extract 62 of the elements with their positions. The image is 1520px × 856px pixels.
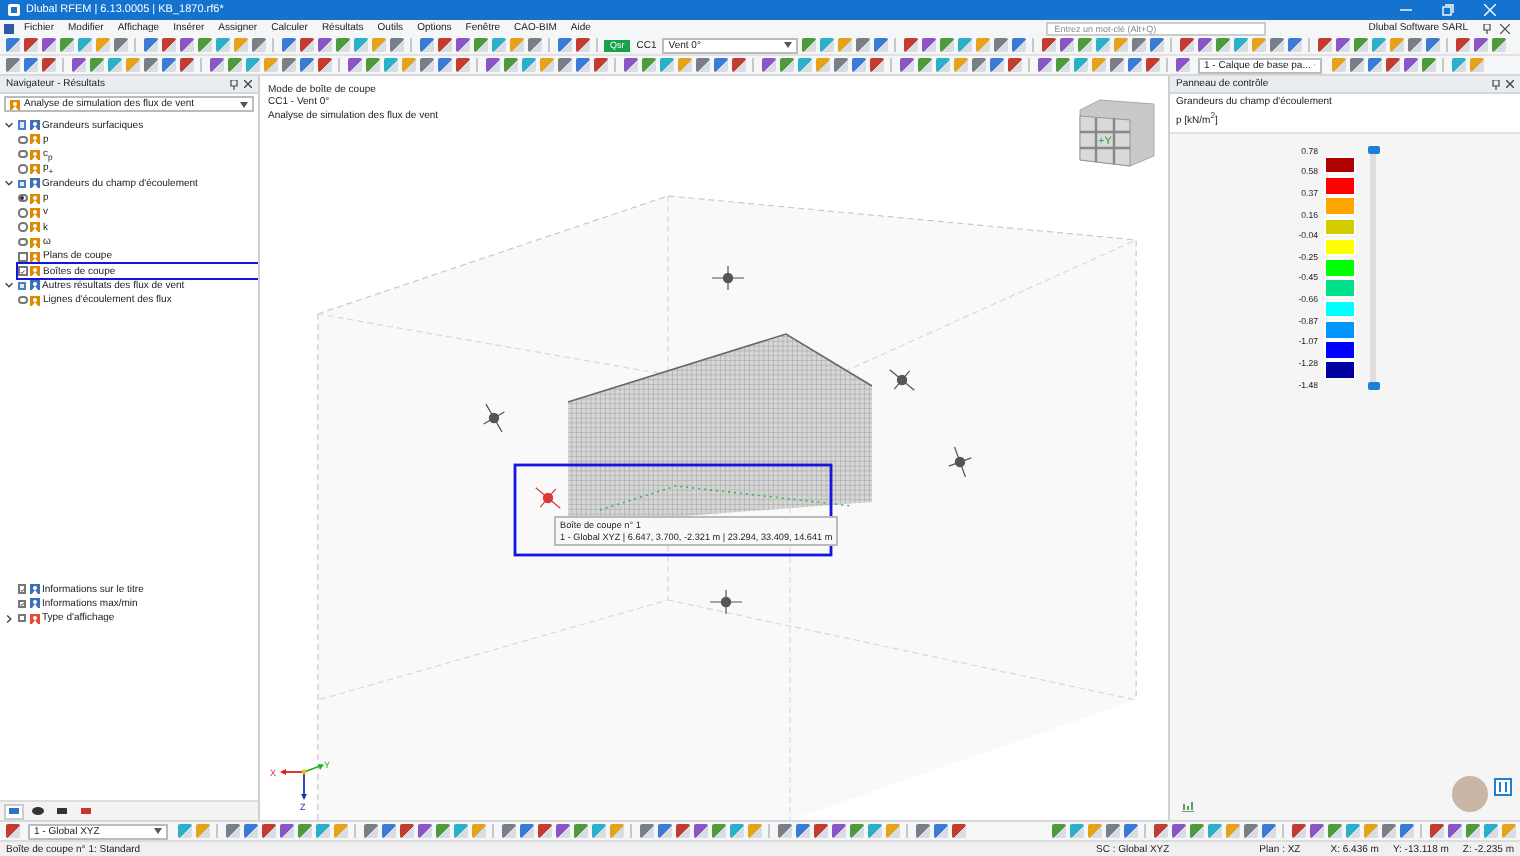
radio-button[interactable] — [18, 135, 27, 145]
result-icon — [29, 584, 39, 594]
probe-icon[interactable] — [948, 446, 972, 478]
tool-button[interactable] — [5, 824, 19, 838]
eye-icon — [32, 806, 44, 816]
result-icon — [29, 613, 39, 624]
chart-icon[interactable] — [1182, 800, 1194, 812]
view-tab[interactable] — [28, 803, 48, 819]
app-menu-icon[interactable] — [4, 23, 14, 33]
result-icon — [30, 251, 40, 262]
result-icon — [29, 280, 39, 291]
restore-icon[interactable] — [1442, 4, 1454, 16]
radio-button[interactable] — [18, 237, 27, 247]
data-tab[interactable] — [4, 803, 24, 819]
probe-icon[interactable] — [483, 403, 505, 433]
range-handle[interactable] — [1367, 145, 1379, 154]
result-icon — [29, 598, 39, 609]
probe-icon[interactable] — [889, 369, 915, 391]
pin-icon[interactable] — [1492, 79, 1500, 89]
close-icon[interactable] — [1506, 80, 1514, 88]
probe-icon[interactable] — [535, 487, 561, 509]
checkbox[interactable] — [17, 584, 26, 594]
radio-button[interactable] — [18, 164, 27, 174]
close-icon[interactable] — [1500, 23, 1510, 33]
checkbox[interactable] — [17, 281, 26, 291]
result-icon — [29, 120, 39, 131]
camera-tab[interactable] — [52, 803, 72, 819]
checkbox[interactable] — [17, 599, 26, 609]
radio-button[interactable] — [18, 295, 27, 305]
result-icon — [30, 164, 40, 175]
navigation-cube[interactable] — [1078, 99, 1155, 167]
checkbox[interactable] — [17, 179, 26, 189]
folder-icon — [8, 806, 20, 816]
checkbox[interactable] — [18, 252, 27, 262]
axis-triad-drawing — [280, 764, 324, 800]
pin-icon[interactable] — [230, 79, 238, 89]
panel-toggle-icon[interactable] — [1494, 778, 1512, 796]
range-handle[interactable] — [1367, 381, 1379, 390]
camera-icon — [56, 806, 68, 816]
radio-button[interactable] — [18, 222, 27, 232]
result-icon — [30, 266, 40, 277]
close-icon[interactable] — [244, 80, 252, 88]
result-icon — [29, 178, 39, 189]
result-icon — [10, 99, 20, 109]
pin-icon[interactable] — [1482, 23, 1492, 33]
minimize-icon[interactable] — [1400, 4, 1412, 16]
result-icon — [30, 207, 40, 218]
result-tab[interactable] — [76, 803, 96, 819]
result-icon — [30, 222, 40, 233]
checkbox[interactable] — [18, 266, 27, 276]
checkbox[interactable] — [17, 613, 26, 623]
radio-button[interactable] — [18, 208, 27, 218]
result-icon — [30, 193, 40, 204]
probe-icon[interactable] — [711, 265, 745, 291]
result-icon — [30, 149, 40, 160]
result-icon — [30, 295, 40, 306]
result-icon — [30, 237, 40, 248]
checkbox[interactable] — [17, 120, 26, 130]
result-icon — [30, 134, 40, 145]
radio-button[interactable] — [18, 193, 27, 203]
probe-icon[interactable] — [709, 589, 743, 615]
radio-button[interactable] — [18, 149, 27, 159]
